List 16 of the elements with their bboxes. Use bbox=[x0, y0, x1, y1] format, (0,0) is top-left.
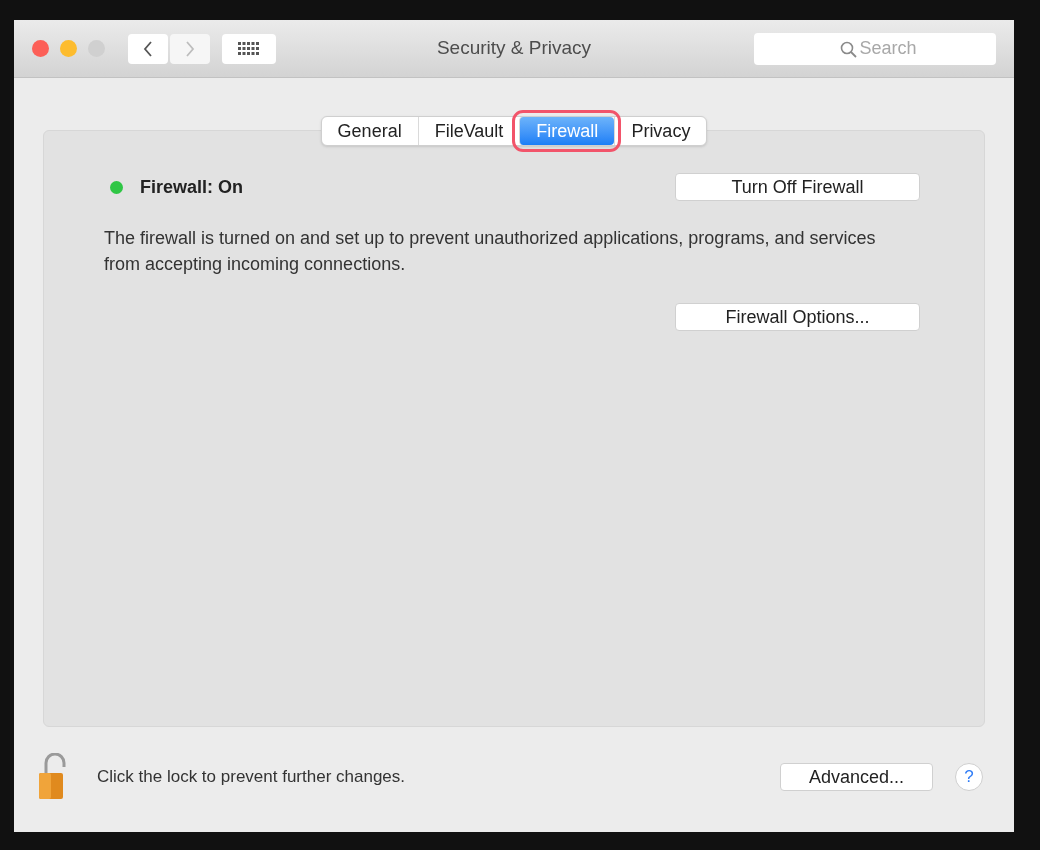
advanced-button[interactable]: Advanced... bbox=[780, 763, 933, 791]
close-window-button[interactable] bbox=[32, 40, 49, 57]
firewall-description: The firewall is turned on and set up to prevent unauthorized applications, programs, and services from accepting incoming connections. bbox=[104, 227, 877, 276]
window-title: Security & Privacy bbox=[435, 36, 593, 61]
search-field[interactable]: Search bbox=[754, 32, 996, 65]
firewall-status: Firewall: On bbox=[140, 175, 244, 199]
minimize-window-button[interactable] bbox=[60, 40, 77, 57]
show-all-button[interactable] bbox=[222, 33, 276, 64]
grid-icon bbox=[238, 41, 260, 56]
back-button[interactable] bbox=[128, 33, 168, 64]
search-icon bbox=[840, 40, 857, 58]
turn-off-firewall-button[interactable]: Turn Off Firewall bbox=[675, 173, 920, 201]
firewall-options-button[interactable]: Firewall Options... bbox=[675, 303, 920, 331]
lock-text: Click the lock to prevent further changes. bbox=[97, 766, 406, 789]
help-button[interactable]: ? bbox=[955, 763, 983, 791]
tab[interactable]: General bbox=[321, 117, 418, 145]
